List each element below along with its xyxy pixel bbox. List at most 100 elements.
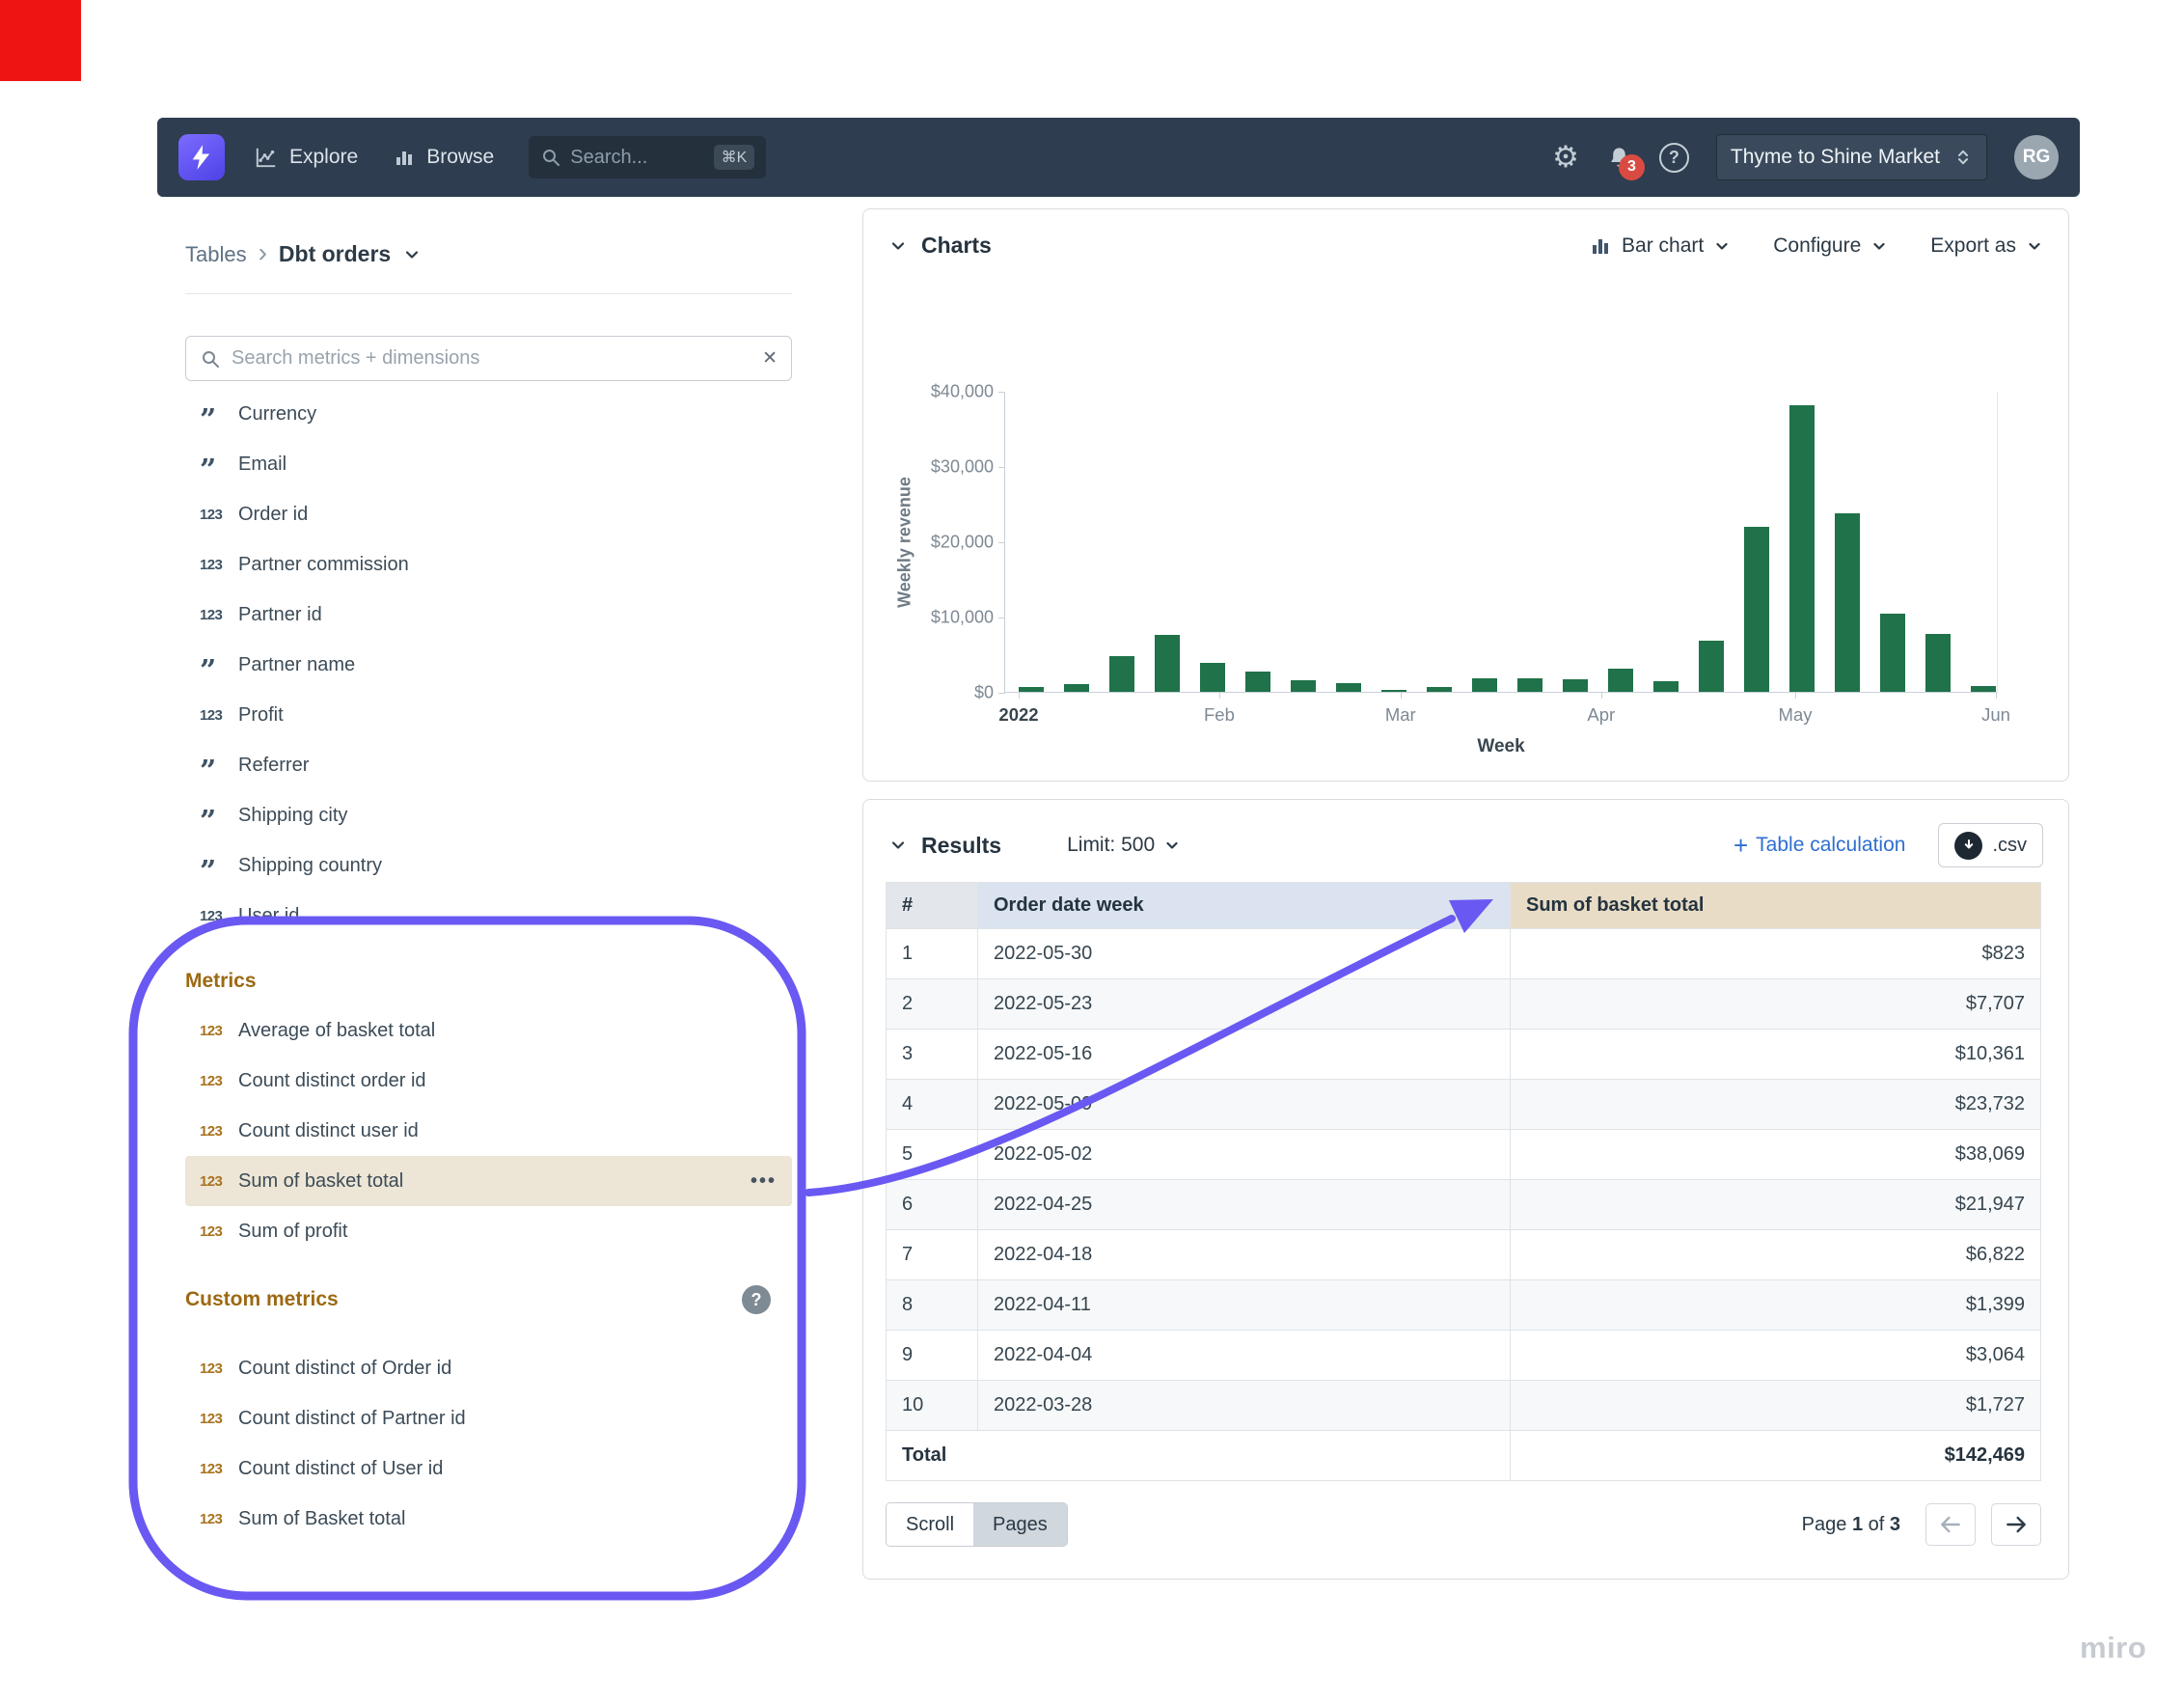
sum-of-basket-total-cell[interactable]: $21,947 bbox=[1511, 1180, 2041, 1230]
field-shipping-country[interactable]: ”Shipping country bbox=[185, 840, 792, 891]
scroll-mode-button[interactable]: Scroll bbox=[887, 1503, 973, 1546]
sum-of-basket-total-cell[interactable]: $23,732 bbox=[1511, 1080, 2041, 1130]
row-number-cell[interactable]: 8 bbox=[887, 1280, 978, 1331]
row-number-cell[interactable]: 3 bbox=[887, 1030, 978, 1080]
field-sum-of-basket-total[interactable]: 123Sum of basket total••• bbox=[185, 1156, 792, 1206]
field-partner-name[interactable]: ”Partner name bbox=[185, 640, 792, 690]
field-shipping-city[interactable]: ”Shipping city bbox=[185, 790, 792, 840]
next-page-button[interactable] bbox=[1991, 1503, 2041, 1546]
field-email[interactable]: ”Email bbox=[185, 439, 792, 489]
export-as-button[interactable]: Export as bbox=[1930, 234, 2043, 258]
sum-of-basket-total-cell[interactable]: $10,361 bbox=[1511, 1030, 2041, 1080]
charts-title: Charts bbox=[921, 233, 992, 259]
string-field-icon: ” bbox=[200, 456, 238, 485]
collapse-results-icon[interactable] bbox=[888, 836, 908, 855]
row-number-cell[interactable]: 2 bbox=[887, 979, 978, 1030]
help-button[interactable]: ? bbox=[1659, 143, 1689, 173]
collapse-charts-icon[interactable] bbox=[888, 236, 908, 256]
column-header-order-date-week[interactable]: Order date week bbox=[978, 883, 1511, 929]
x-axis-tick-mark bbox=[1401, 692, 1402, 699]
field-count-distinct-of-user-id[interactable]: 123Count distinct of User id bbox=[185, 1443, 792, 1494]
field-count-distinct-of-partner-id[interactable]: 123Count distinct of Partner id bbox=[185, 1393, 792, 1443]
order-date-week-cell[interactable]: 2022-04-11 bbox=[978, 1280, 1511, 1331]
field-currency[interactable]: ”Currency bbox=[185, 389, 792, 439]
column-header-row-number[interactable]: # bbox=[887, 883, 978, 929]
settings-button[interactable]: ⚙ bbox=[1552, 143, 1579, 173]
order-date-week-cell[interactable]: 2022-04-25 bbox=[978, 1180, 1511, 1230]
chart-bar bbox=[1155, 635, 1180, 692]
string-field-icon: ” bbox=[200, 808, 238, 837]
previous-page-button[interactable] bbox=[1925, 1503, 1976, 1546]
app-logo[interactable] bbox=[178, 134, 225, 180]
add-table-calculation-button[interactable]: + Table calculation bbox=[1734, 833, 1905, 858]
field-user-id[interactable]: 123User id bbox=[185, 891, 792, 941]
row-number-cell[interactable]: 7 bbox=[887, 1230, 978, 1280]
order-date-week-cell[interactable]: 2022-05-16 bbox=[978, 1030, 1511, 1080]
x-axis-title: Week bbox=[1477, 736, 1524, 757]
clear-search-icon[interactable]: ✕ bbox=[762, 347, 778, 370]
sum-of-basket-total-cell[interactable]: $1,727 bbox=[1511, 1381, 2041, 1431]
order-date-week-cell[interactable]: 2022-04-18 bbox=[978, 1230, 1511, 1280]
chart-type-select[interactable]: Bar chart bbox=[1589, 234, 1731, 258]
sum-of-basket-total-cell[interactable]: $7,707 bbox=[1511, 979, 2041, 1030]
chart-bar bbox=[1925, 634, 1951, 692]
sum-of-basket-total-cell[interactable]: $1,399 bbox=[1511, 1280, 2041, 1331]
nav-browse-label: Browse bbox=[426, 146, 494, 169]
field-referrer[interactable]: ”Referrer bbox=[185, 740, 792, 790]
red-shape[interactable] bbox=[0, 0, 81, 81]
custom-metrics-list: 123Count distinct of Order id123Count di… bbox=[185, 1343, 792, 1544]
sum-of-basket-total-cell[interactable]: $3,064 bbox=[1511, 1331, 2041, 1381]
avatar[interactable]: RG bbox=[2014, 135, 2059, 179]
y-axis-tick-mark bbox=[998, 542, 1005, 543]
configure-button[interactable]: Configure bbox=[1773, 234, 1888, 258]
global-search-input[interactable]: Search... ⌘K bbox=[529, 136, 766, 179]
field-average-of-basket-total[interactable]: 123Average of basket total bbox=[185, 1005, 792, 1056]
row-number-cell[interactable]: 10 bbox=[887, 1381, 978, 1431]
order-date-week-cell[interactable]: 2022-05-30 bbox=[978, 929, 1511, 979]
sum-of-basket-total-cell[interactable]: $38,069 bbox=[1511, 1130, 2041, 1180]
nav-explore[interactable]: Explore bbox=[254, 145, 358, 170]
field-label: Partner id bbox=[238, 604, 322, 626]
row-number-cell[interactable]: 9 bbox=[887, 1331, 978, 1381]
chart-bar bbox=[1789, 405, 1815, 692]
results-title: Results bbox=[921, 833, 1001, 859]
row-number-cell[interactable]: 1 bbox=[887, 929, 978, 979]
row-number-cell[interactable]: 6 bbox=[887, 1180, 978, 1230]
nav-browse[interactable]: Browse bbox=[393, 146, 494, 169]
field-profit[interactable]: 123Profit bbox=[185, 690, 792, 740]
field-count-distinct-order-id[interactable]: 123Count distinct order id bbox=[185, 1056, 792, 1106]
breadcrumb-tables-link[interactable]: Tables bbox=[185, 242, 247, 267]
field-menu-icon[interactable]: ••• bbox=[751, 1170, 777, 1193]
column-header-sum-of-basket-total[interactable]: Sum of basket total bbox=[1511, 883, 2041, 929]
notifications-button[interactable]: 3 bbox=[1606, 145, 1632, 171]
order-date-week-cell[interactable]: 2022-05-02 bbox=[978, 1130, 1511, 1180]
fields-search-input[interactable]: Search metrics + dimensions ✕ bbox=[185, 336, 792, 381]
order-date-week-cell[interactable]: 2022-05-23 bbox=[978, 979, 1511, 1030]
field-label: Count distinct of Order id bbox=[238, 1358, 451, 1380]
field-partner-id[interactable]: 123Partner id bbox=[185, 590, 792, 640]
row-number-cell[interactable]: 5 bbox=[887, 1130, 978, 1180]
order-date-week-cell[interactable]: 2022-03-28 bbox=[978, 1381, 1511, 1431]
sum-of-basket-total-cell[interactable]: $823 bbox=[1511, 929, 2041, 979]
x-axis-tick-label: 2022 bbox=[998, 704, 1038, 726]
sum-of-basket-total-cell[interactable]: $6,822 bbox=[1511, 1230, 2041, 1280]
field-count-distinct-of-order-id[interactable]: 123Count distinct of Order id bbox=[185, 1343, 792, 1393]
table-menu-caret-icon[interactable] bbox=[402, 245, 422, 264]
export-csv-button[interactable]: .csv bbox=[1938, 823, 2043, 867]
order-date-week-cell[interactable]: 2022-05-09 bbox=[978, 1080, 1511, 1130]
row-number-cell[interactable]: 4 bbox=[887, 1080, 978, 1130]
field-sum-of-profit[interactable]: 123Sum of profit bbox=[185, 1206, 792, 1256]
chart-bar bbox=[1880, 614, 1905, 692]
table-row: 42022-05-09$23,732 bbox=[887, 1080, 2041, 1130]
pages-mode-button[interactable]: Pages bbox=[973, 1503, 1067, 1546]
limit-select[interactable]: Limit: 500 bbox=[1067, 834, 1181, 857]
order-date-week-cell[interactable]: 2022-04-04 bbox=[978, 1331, 1511, 1381]
project-selector[interactable]: Thyme to Shine Market bbox=[1716, 134, 1987, 180]
custom-metrics-help-icon[interactable]: ? bbox=[742, 1285, 771, 1314]
field-count-distinct-user-id[interactable]: 123Count distinct user id bbox=[185, 1106, 792, 1156]
string-field-icon: ” bbox=[200, 406, 238, 435]
field-sum-of-basket-total[interactable]: 123Sum of Basket total bbox=[185, 1494, 792, 1544]
field-order-id[interactable]: 123Order id bbox=[185, 489, 792, 539]
field-partner-commission[interactable]: 123Partner commission bbox=[185, 539, 792, 590]
chart-bar bbox=[1291, 680, 1316, 692]
